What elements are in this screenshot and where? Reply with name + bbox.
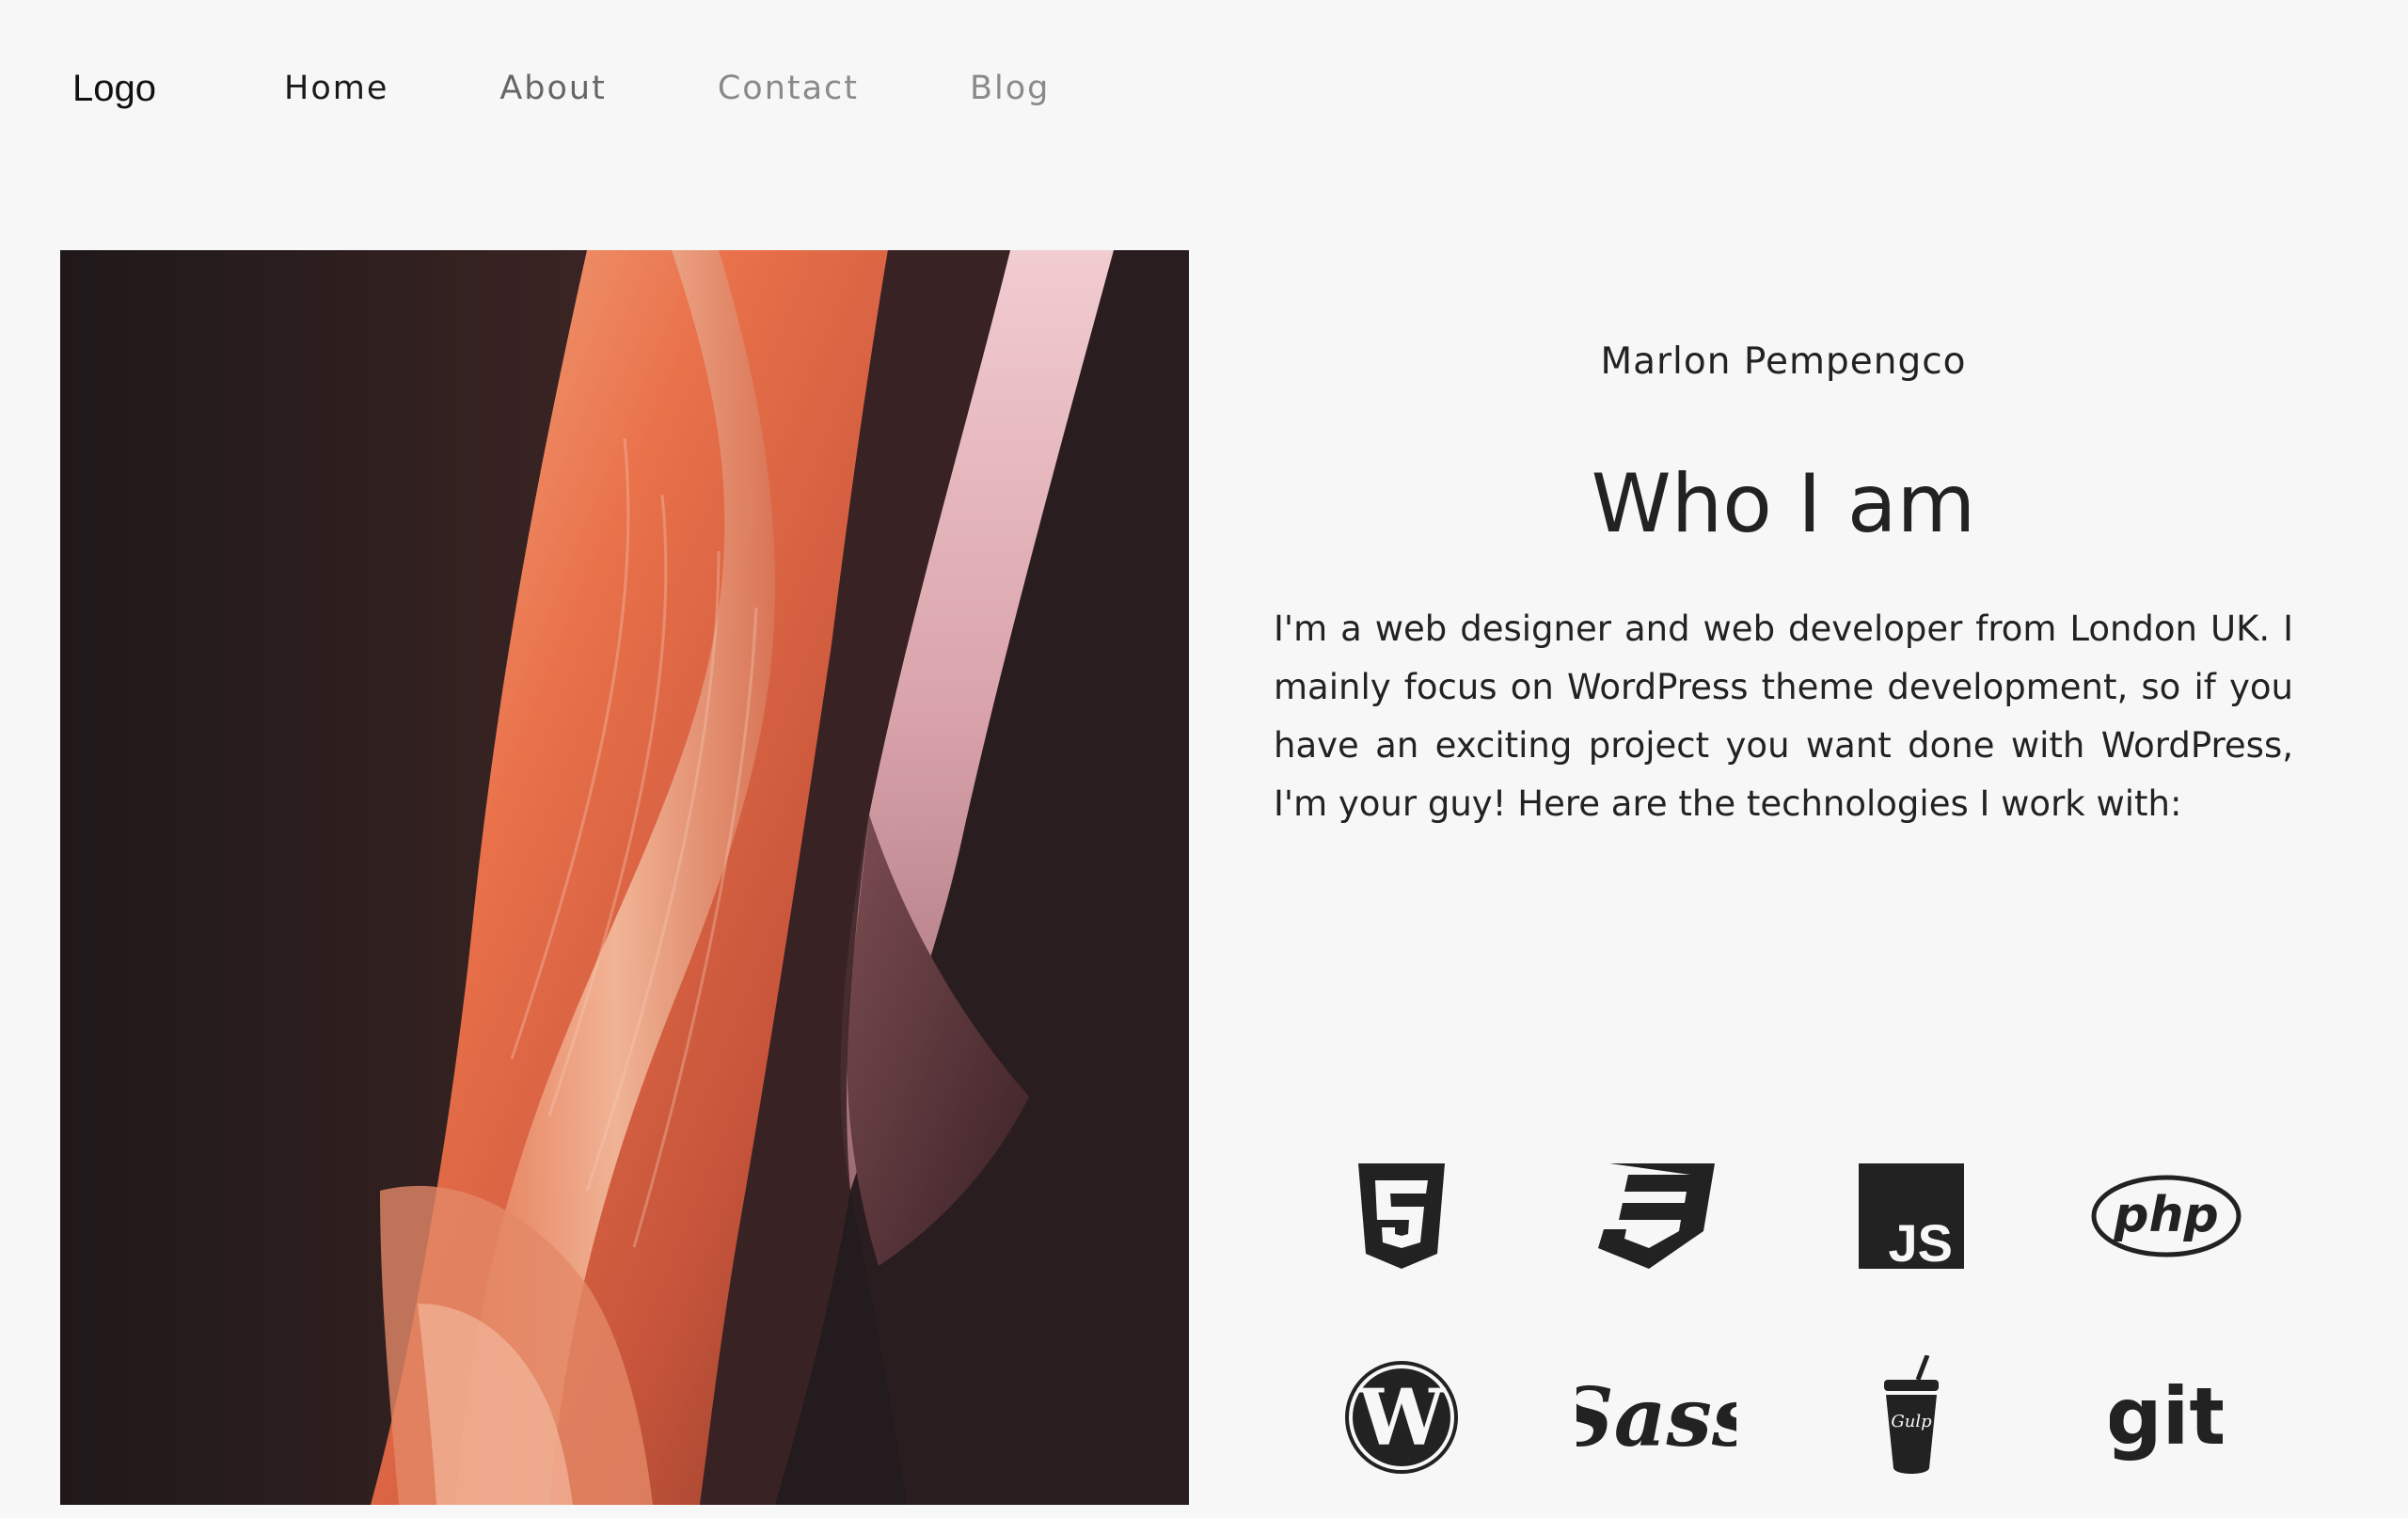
nav-link-home[interactable]: Home (284, 70, 388, 107)
hero-image (60, 250, 1189, 1505)
git-icon-text: git (2110, 1370, 2223, 1463)
section-heading: Who I am (1591, 457, 1976, 551)
nav-link-contact[interactable]: Contact (718, 70, 859, 107)
bio-text: I'm a web designer and web developer fro… (1274, 609, 2293, 824)
author-name: Marlon Pempengco (1600, 340, 1967, 383)
nav-links: Home About Contact Blog (284, 70, 1161, 107)
technologies-grid: JS php W Sass (1274, 1115, 2293, 1518)
wordpress-icon-text: W (1356, 1373, 1446, 1463)
tech-item-sass: Sass (1529, 1317, 1783, 1518)
tech-item-git: git (2038, 1317, 2293, 1518)
wordpress-icon: W (1344, 1361, 1458, 1474)
gulp-icon-text: Gulp (1891, 1412, 1932, 1431)
tech-item-wordpress: W (1274, 1317, 1529, 1518)
php-icon-text: php (2113, 1187, 2218, 1243)
canyon-photo (60, 250, 1189, 1505)
gulp-icon: Gulp (1883, 1355, 1939, 1474)
nav-link-about[interactable]: About (499, 70, 606, 107)
tech-item-gulp: Gulp (1783, 1317, 2038, 1518)
nav-link-blog[interactable]: Blog (970, 70, 1050, 107)
about-section: Marlon Pempengco Who I am I'm a web desi… (1274, 250, 2293, 1505)
html5-icon (1357, 1163, 1445, 1269)
php-icon: php (2091, 1175, 2241, 1257)
top-navigation: Logo Home About Contact Blog (0, 0, 2408, 188)
git-icon: git (2110, 1370, 2223, 1463)
javascript-icon: JS (1858, 1163, 1964, 1269)
tech-item-css3 (1529, 1115, 1783, 1317)
sass-icon-text: Sass (1576, 1370, 1736, 1465)
tech-item-php: php (2038, 1115, 2293, 1317)
sass-icon: Sass (1576, 1370, 1736, 1465)
tech-item-javascript: JS (1783, 1115, 2038, 1317)
css3-icon (1597, 1163, 1715, 1269)
logo-link[interactable]: Logo (72, 68, 156, 110)
javascript-icon-text: JS (1888, 1213, 1953, 1269)
tech-item-html5 (1274, 1115, 1529, 1317)
